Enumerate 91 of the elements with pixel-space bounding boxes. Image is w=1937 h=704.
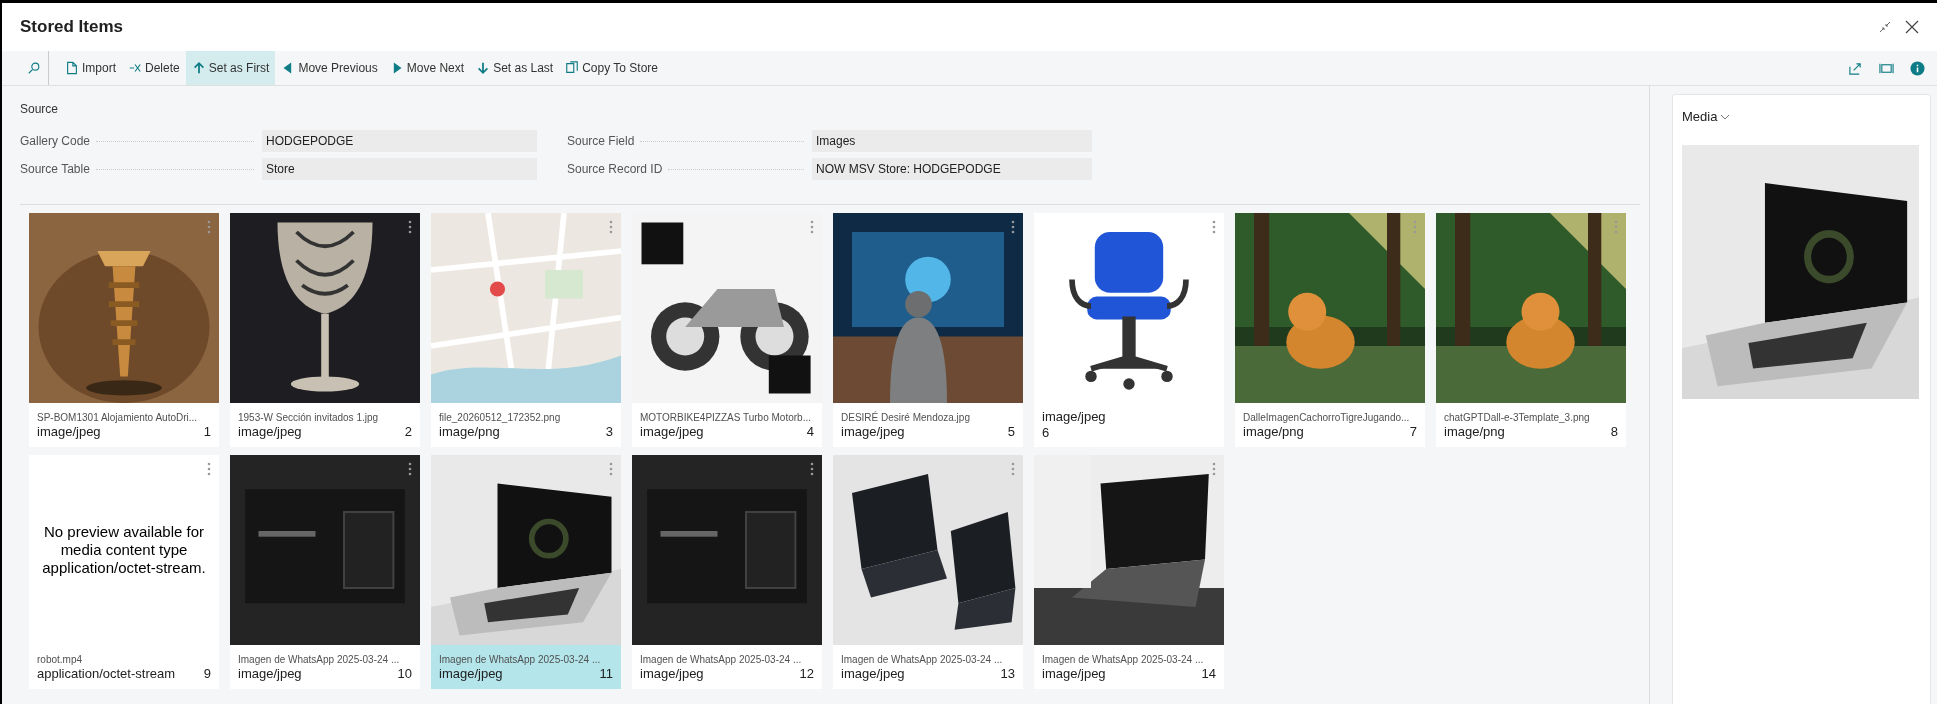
file-name: SP-BOM1301 Alojamiento AutoDri... [37, 410, 199, 424]
field-value[interactable]: NOW MSV Store: HODGEPODGE [812, 158, 1092, 180]
arrow-down-icon [476, 61, 491, 75]
more-options-icon[interactable] [1011, 220, 1015, 234]
field-label: Source Record ID [567, 161, 663, 178]
media-tile[interactable]: 1953-W Sección invitados 1.jpg image/jpeg 2 [230, 213, 420, 447]
item-number: 7 [1409, 423, 1417, 440]
delete-icon [128, 61, 142, 75]
field-label: Gallery Code [20, 133, 91, 150]
content-type: image/jpeg [1042, 409, 1107, 425]
file-name: Imagen de WhatsApp 2025-03-24 ... [1042, 652, 1205, 666]
content-type: image/jpeg [841, 665, 905, 682]
content-type: image/jpeg [640, 423, 704, 440]
field-value[interactable]: HODGEPODGE [262, 130, 537, 152]
toolbar-button[interactable]: Move Previous [275, 51, 384, 85]
media-tile[interactable]: No preview available for media content type application/octet-stream. robot.mp4 application/octet-stream 9 [29, 455, 219, 689]
item-number: 12 [799, 665, 814, 682]
file-name: robot.mp4 [37, 652, 84, 666]
arrow-up-icon [191, 61, 206, 75]
media-tile[interactable]: Imagen de WhatsApp 2025-03-24 ... image/jpeg 13 [833, 455, 1023, 689]
file-name: Imagen de WhatsApp 2025-03-24 ... [238, 652, 401, 666]
toolbar-button[interactable]: Set as Last [470, 51, 560, 85]
toolbar-button[interactable]: Set as First [185, 51, 276, 85]
content-type: image/jpeg [37, 423, 101, 440]
panel-title: Media [1682, 108, 1718, 126]
item-number: 4 [806, 423, 814, 440]
toolbar-button[interactable]: Copy To Store [559, 51, 664, 85]
item-number: 11 [599, 665, 613, 682]
content-type: image/png [1444, 423, 1505, 440]
file-name: 1953-W Sección invitados 1.jpg [238, 410, 380, 424]
toolbar-button[interactable]: Delete [122, 51, 186, 85]
media-tile[interactable]: Imagen de WhatsApp 2025-03-24 ... image/jpeg 14 [1034, 455, 1224, 689]
item-number: 9 [203, 665, 211, 682]
content-type: image/jpeg [238, 665, 302, 682]
more-options-icon[interactable] [810, 220, 814, 234]
content-type: image/jpeg [841, 423, 905, 440]
item-number: 5 [1007, 423, 1015, 440]
toolbar-button[interactable]: Move Next [383, 51, 471, 85]
field-label: Source Table [20, 161, 90, 178]
file-name: file_20260512_172352.png [439, 410, 562, 424]
file-name: DalleImagenCachorroTigreJugando... [1243, 410, 1411, 424]
no-preview-message: No preview available for media content type application/octet-stream. [41, 523, 207, 577]
item-number: 1 [203, 423, 211, 440]
more-options-icon[interactable] [810, 462, 814, 476]
media-tile[interactable]: SP-BOM1301 Alojamiento AutoDri... image/jpeg 1 [29, 213, 219, 447]
copy-icon [565, 61, 580, 75]
content-type: application/octet-stream [37, 665, 175, 682]
content-type: image/jpeg [439, 665, 503, 682]
media-tile[interactable]: chatGPTDall-e-3Template_3.png image/png 8 [1436, 213, 1626, 447]
content-type: image/png [439, 423, 500, 440]
file-name: chatGPTDall-e-3Template_3.png [1444, 410, 1591, 424]
toolbar-button[interactable]: Import [59, 51, 122, 85]
field-label: Source Field [567, 133, 635, 150]
close-icon[interactable] [1905, 20, 1919, 34]
media-tile[interactable]: MOTORBIKE4PIZZAS Turbo Motorb... image/jpeg 4 [632, 213, 822, 447]
item-number: 10 [397, 665, 412, 682]
item-number: 6 [1042, 425, 1051, 441]
item-number: 8 [1610, 423, 1618, 440]
item-number: 13 [1000, 665, 1015, 682]
document-icon [65, 61, 79, 75]
section-title: Source [20, 101, 60, 118]
item-number: 2 [404, 423, 412, 440]
field-value[interactable]: Store [262, 158, 537, 180]
more-options-icon[interactable] [207, 462, 211, 476]
more-options-icon[interactable] [408, 220, 412, 234]
media-tile[interactable]: DESIRÉ Desiré Mendoza.jpg image/jpeg 5 [833, 213, 1023, 447]
file-name: Imagen de WhatsApp 2025-03-24 ... [841, 652, 1004, 666]
media-tile[interactable]: Imagen de WhatsApp 2025-03-24 ... image/jpeg 12 [632, 455, 822, 689]
field-value[interactable]: Images [812, 130, 1092, 152]
file-name: DESIRÉ Desiré Mendoza.jpg [841, 410, 971, 424]
media-tile[interactable]: Imagen de WhatsApp 2025-03-24 ... image/jpeg 11 [431, 455, 621, 689]
media-tile[interactable]: Imagen de WhatsApp 2025-03-24 ... image/jpeg 10 [230, 455, 420, 689]
file-name: Imagen de WhatsApp 2025-03-24 ... [439, 652, 602, 666]
content-type: image/png [1243, 423, 1304, 440]
media-tile[interactable]: DalleImagenCachorroTigreJugando... image/png 7 [1235, 213, 1425, 447]
item-number: 14 [1201, 665, 1216, 682]
chevron-down-icon[interactable] [1720, 113, 1731, 120]
content-type: image/jpeg [238, 423, 302, 440]
info-icon[interactable] [1910, 60, 1925, 76]
more-options-icon[interactable] [1212, 220, 1216, 234]
window-title: Stored Items [20, 16, 123, 39]
file-name: MOTORBIKE4PIZZAS Turbo Motorb... [640, 410, 812, 424]
share-icon[interactable] [1848, 60, 1863, 76]
file-name: Imagen de WhatsApp 2025-03-24 ... [640, 652, 803, 666]
media-tile[interactable]: file_20260512_172352.png image/png 3 [431, 213, 621, 447]
more-options-icon[interactable] [408, 462, 412, 476]
search-icon [27, 61, 41, 75]
collapse-icon[interactable] [1879, 21, 1891, 33]
content-type: image/jpeg [640, 665, 704, 682]
content-type: image/jpeg [1042, 665, 1106, 682]
item-number: 3 [605, 423, 613, 440]
